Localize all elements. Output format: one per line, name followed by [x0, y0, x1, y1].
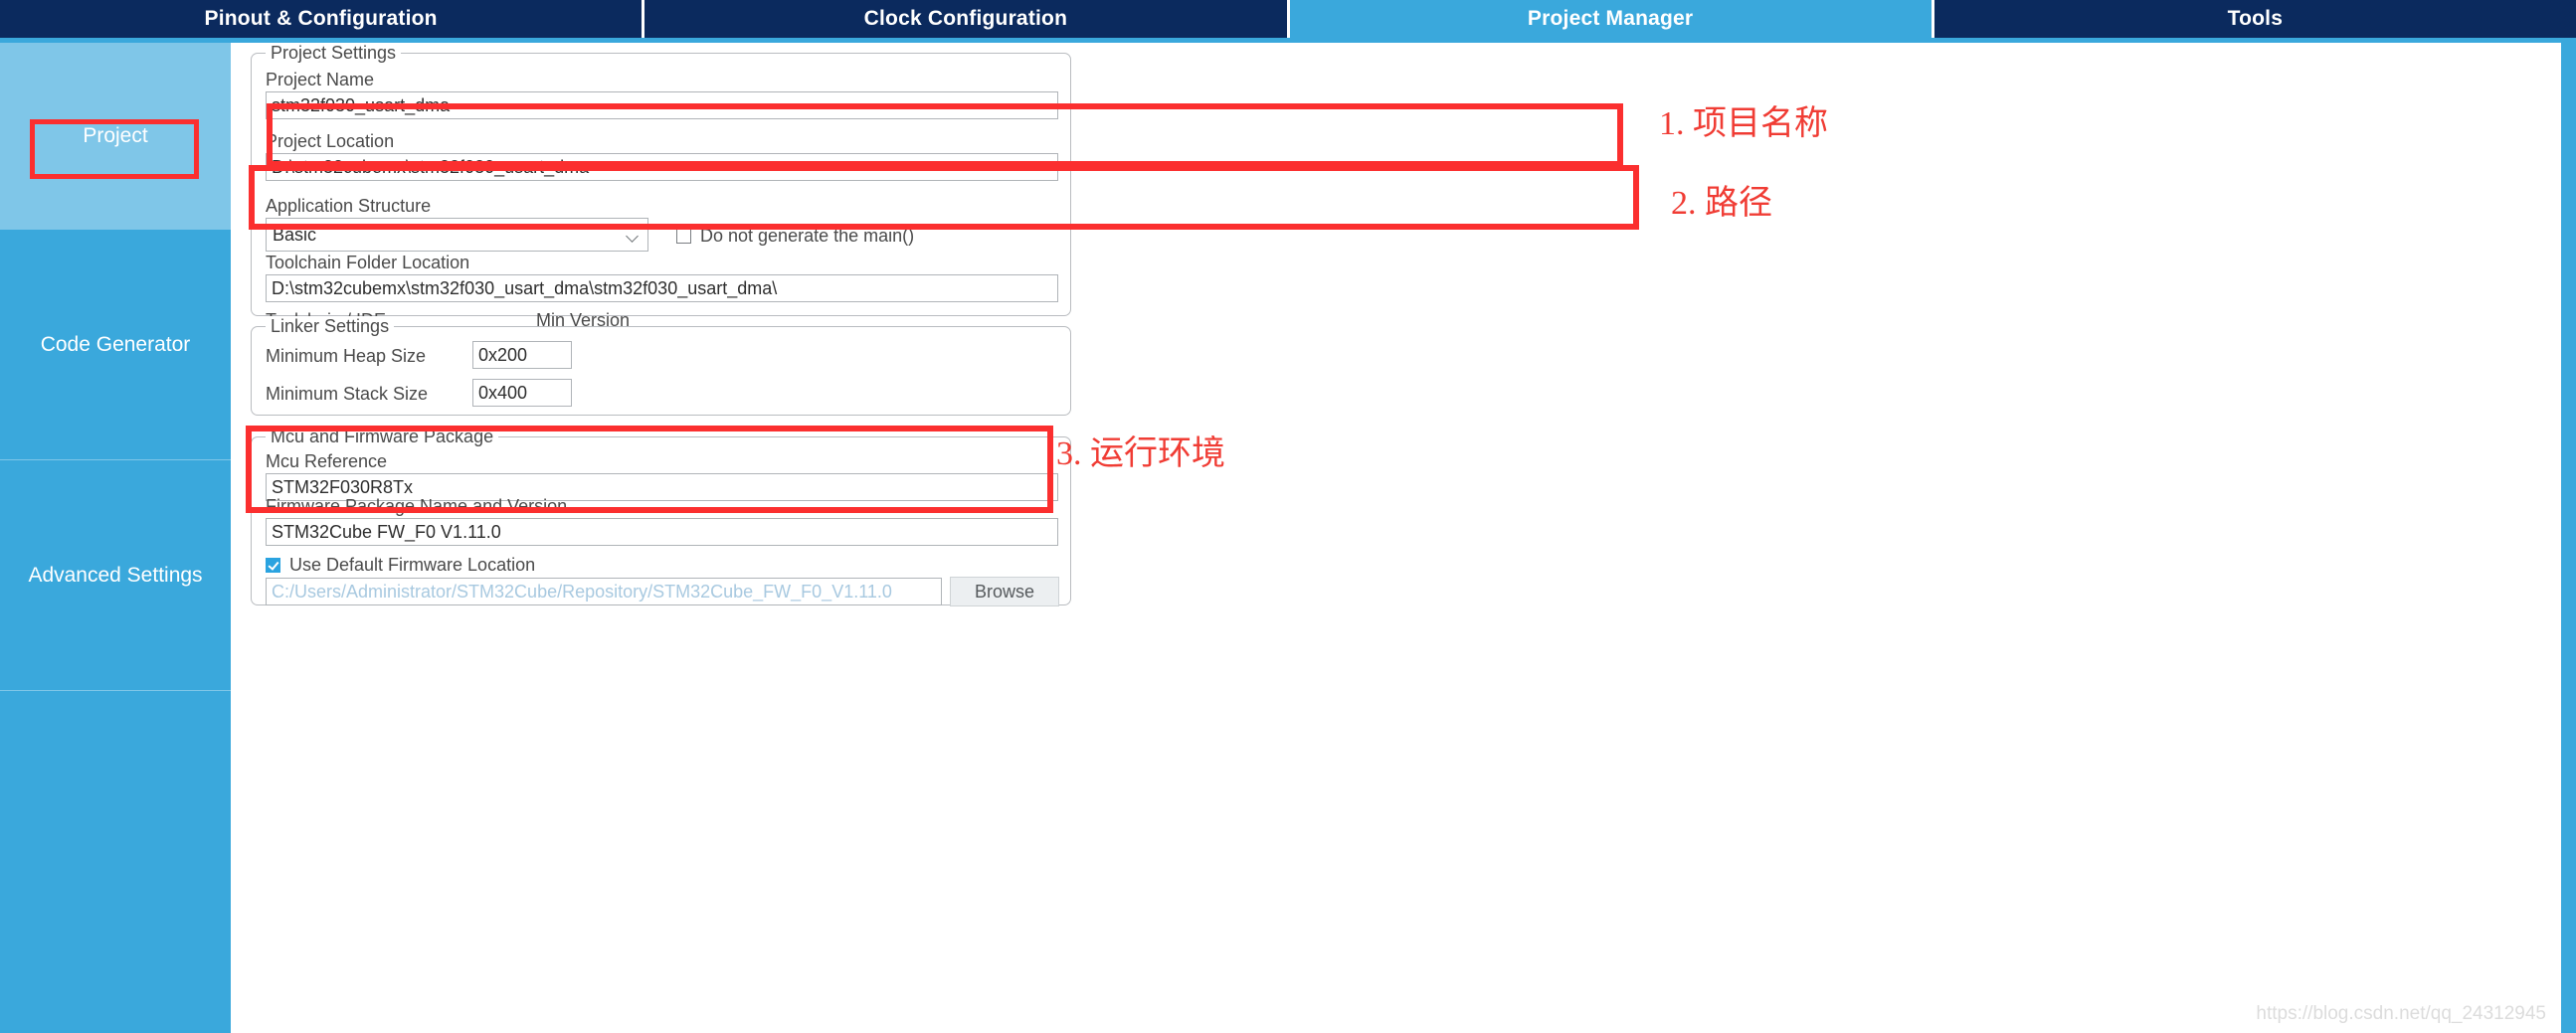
checkbox-use-default-firmware-location[interactable]: Use Default Firmware Location [266, 555, 535, 576]
sidebar-empty-area [0, 691, 231, 1033]
group-linker-settings: Linker Settings Minimum Heap Size 0x200 … [251, 316, 1071, 416]
group-title-linker-settings: Linker Settings [266, 316, 395, 337]
annotation-note-1: 1. 项目名称 [1659, 105, 1828, 142]
sidebar-item-label: Code Generator [40, 332, 191, 356]
tab-clock-configuration[interactable]: Clock Configuration [644, 0, 1290, 38]
input-firmware-location-path[interactable]: C:/Users/Administrator/STM32Cube/Reposit… [266, 578, 942, 605]
tab-label: Tools [2227, 7, 2284, 30]
sidebar-item-advanced-settings[interactable]: Advanced Settings [0, 460, 231, 691]
label-application-structure: Application Structure [266, 196, 432, 216]
chevron-down-icon [628, 232, 639, 239]
project-manager-sidebar: Project Code Generator Advanced Settings [0, 43, 231, 1033]
input-toolchain-folder-location[interactable]: D:\stm32cubemx\stm32f030_usart_dma\stm32… [266, 274, 1058, 302]
input-project-location[interactable]: D:\stm32cubemx\stm32f030_usart_dma [266, 153, 1058, 181]
select-application-structure-value: Basic [273, 225, 317, 245]
select-application-structure[interactable]: Basic [266, 218, 648, 252]
tab-pinout-configuration[interactable]: Pinout & Configuration [0, 0, 645, 38]
tab-label: Project Manager [1527, 7, 1694, 30]
label-project-location: Project Location [266, 131, 395, 151]
label-project-name: Project Name [266, 70, 375, 89]
tab-tools[interactable]: Tools [1933, 0, 2576, 38]
main-tab-bar: Pinout & Configuration Clock Configurati… [0, 0, 2576, 38]
input-project-name[interactable]: stm32f030_usart_dma [266, 91, 1058, 119]
sidebar-item-project[interactable]: Project [0, 43, 231, 230]
annotation-note-2: 2. 路径 [1671, 185, 1772, 222]
label-toolchain-folder-location: Toolchain Folder Location [266, 253, 470, 272]
label-mcu-reference: Mcu Reference [266, 451, 388, 471]
group-title-mcu-firmware: Mcu and Firmware Package [266, 427, 499, 447]
sidebar-item-label: Advanced Settings [28, 563, 203, 587]
tab-label: Clock Configuration [863, 7, 1068, 30]
right-border-strip [2561, 43, 2576, 1033]
stm32cubemx-window: Pinout & Configuration Clock Configurati… [0, 0, 2576, 1033]
group-project-settings: Project Settings Project Name stm32f030_… [251, 43, 1071, 366]
label-minimum-heap-size: Minimum Heap Size [266, 346, 427, 366]
checkbox-label: Use Default Firmware Location [289, 555, 536, 575]
group-title-project-settings: Project Settings [266, 43, 402, 64]
input-minimum-heap-size[interactable]: 0x200 [472, 341, 572, 369]
sidebar-item-code-generator[interactable]: Code Generator [0, 230, 231, 460]
label-firmware-package: Firmware Package Name and Version [266, 496, 568, 516]
label-minimum-stack-size: Minimum Stack Size [266, 384, 429, 404]
tab-project-manager[interactable]: Project Manager [1289, 0, 1934, 38]
browse-button[interactable]: Browse [950, 577, 1059, 606]
checkbox-do-not-generate-main[interactable]: Do not generate the main() [676, 226, 914, 247]
annotation-note-3: 3. 运行环境 [1056, 435, 1225, 472]
checkbox-box-icon [266, 558, 280, 573]
sidebar-item-label: Project [83, 123, 148, 147]
input-firmware-package[interactable]: STM32Cube FW_F0 V1.11.0 [266, 518, 1058, 546]
checkbox-box-icon [676, 229, 691, 244]
tab-label: Pinout & Configuration [204, 7, 438, 30]
input-minimum-stack-size[interactable]: 0x400 [472, 379, 572, 407]
project-settings-pane: Project Settings Project Name stm32f030_… [231, 43, 2576, 1033]
group-mcu-and-firmware-package: Mcu and Firmware Package Mcu Reference S… [251, 427, 1071, 606]
checkbox-label: Do not generate the main() [700, 226, 915, 246]
watermark-text: https://blog.csdn.net/qq_24312945 [2256, 1003, 2546, 1024]
